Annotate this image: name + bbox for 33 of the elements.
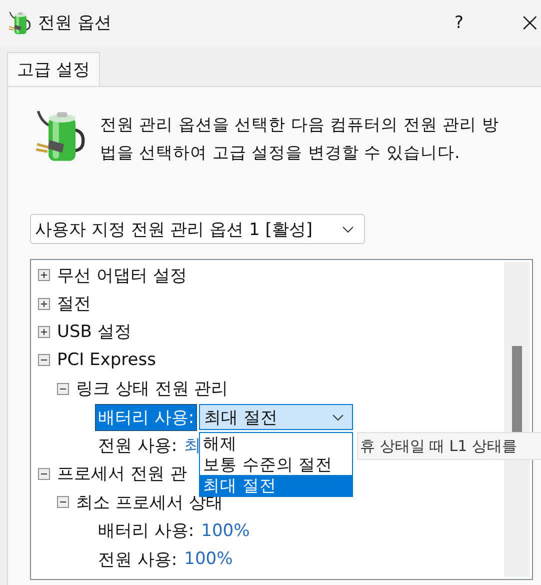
tree-item[interactable]: 링크 상태 전원 관리 [76,377,228,400]
setting-label[interactable]: 전원 사용: [95,432,180,460]
setting-label[interactable]: 배터리 사용: [95,404,198,431]
tree-item[interactable]: 절전 [57,292,91,316]
battery-plug-icon [8,10,32,34]
tree-item[interactable]: USB 설정 [57,320,132,344]
setting-value[interactable]: 100% [184,549,233,570]
setting-value[interactable]: 최 [184,434,202,458]
chevron-icon [332,414,344,421]
tooltip: 휴 상태일 때 L1 상태를 [357,432,541,460]
collapse-icon[interactable] [57,496,69,508]
collapse-icon[interactable] [38,468,50,480]
collapse-icon[interactable] [38,354,50,366]
setting-value[interactable]: 100% [201,520,250,541]
setting-label[interactable]: 전원 사용: [95,546,180,573]
collapse-icon[interactable] [57,382,69,395]
dropdown-option[interactable]: 해제 [200,433,352,454]
tree-item[interactable]: 무선 어댑터 설정 [57,264,187,287]
expand-icon[interactable] [38,298,50,310]
tab[interactable]: 고급 설정 [7,52,100,86]
description-text: 전원 관리 옵션을 선택한 다음 컴퓨터의 전원 관리 방법을 선택하여 고급 설정을 변경할 수 있습니다. [100,114,500,164]
expand-icon[interactable] [38,269,50,282]
plan-dropdown[interactable]: 사용자 지정 전원 관리 옵션 1 [활성] [30,214,365,244]
dropdown-option[interactable]: 보통 수준의 절전 [200,454,352,476]
help-button[interactable]: ? [449,12,469,32]
tree-item[interactable]: PCI Express [57,350,156,370]
expand-icon[interactable] [38,326,50,338]
tree-item[interactable]: 프로세서 전원 관 [57,462,187,486]
setting-label[interactable]: 배터리 사용: [95,517,198,544]
close-button[interactable]: × [519,8,539,38]
window-title: 전원 옵션 [38,12,112,34]
chevron-icon [342,226,354,232]
dropdown-option[interactable]: 최대 절전 [200,475,352,496]
